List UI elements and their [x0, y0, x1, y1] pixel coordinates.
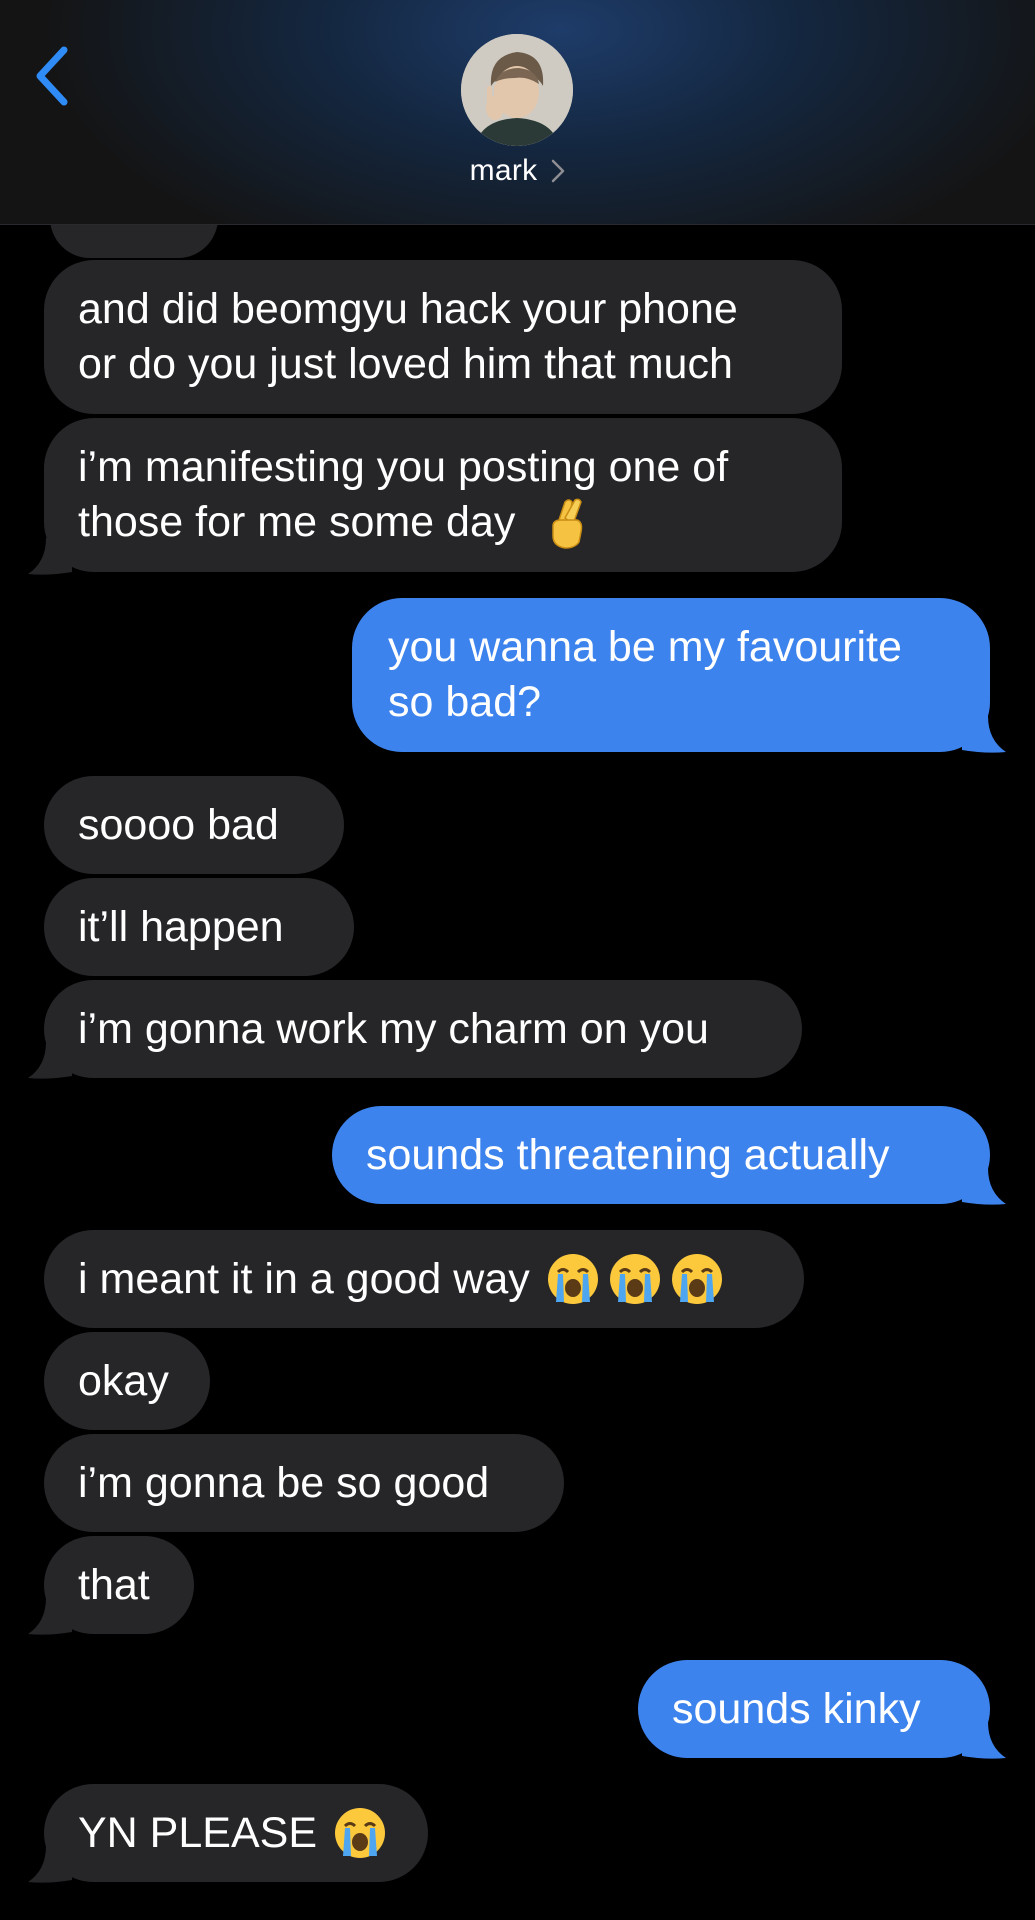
- loudly-crying-face-emoji: [671, 1254, 722, 1304]
- received-message[interactable]: i’m manifesting you posting one of those…: [44, 418, 842, 572]
- received-message[interactable]: it’ll happen: [44, 878, 354, 976]
- message-line: i’m manifesting you posting one of: [78, 442, 729, 491]
- loudly-crying-face-emoji: [609, 1254, 660, 1304]
- received-message[interactable]: i’m gonna be so good: [44, 1434, 564, 1532]
- received-message[interactable]: and did beomgyu hack your phone or do yo…: [44, 260, 842, 414]
- sent-message[interactable]: sounds threatening actually: [332, 1106, 990, 1204]
- sent-message[interactable]: sounds kinky: [638, 1660, 990, 1758]
- back-button[interactable]: [22, 36, 82, 116]
- message-line: soooo bad: [78, 800, 279, 849]
- message-line: that: [78, 1560, 150, 1609]
- received-message[interactable]: i meant it in a good way: [44, 1230, 804, 1328]
- received-message[interactable]: that: [44, 1536, 194, 1634]
- message-line-with-emoji: those for me some day: [78, 495, 808, 551]
- message-line: i meant it in a good way: [78, 1254, 530, 1303]
- loudly-crying-face-emoji: [335, 1808, 385, 1858]
- contact-name-button[interactable]: mark: [0, 154, 1035, 188]
- conversation-header: mark: [0, 0, 1035, 225]
- message-line: or do you just loved him that much: [78, 340, 733, 388]
- message-line: YN PLEASE: [78, 1808, 317, 1857]
- contact-avatar[interactable]: [461, 34, 573, 146]
- crying-emojis: [546, 1252, 724, 1306]
- message-line: okay: [78, 1356, 169, 1405]
- message-line: sounds threatening actually: [366, 1130, 890, 1179]
- message-line: sounds kinky: [672, 1684, 921, 1733]
- chevron-left-icon: [36, 46, 68, 106]
- received-message[interactable]: YN PLEASE: [44, 1784, 428, 1882]
- contact-name: mark: [469, 154, 538, 187]
- message-line: it’ll happen: [78, 902, 284, 951]
- crossed-fingers-emoji: [552, 498, 583, 550]
- received-message[interactable]: i’m gonna work my charm on you: [44, 980, 802, 1078]
- message-line: you wanna be my favourite: [388, 623, 902, 671]
- message-line: so bad?: [388, 678, 542, 726]
- sent-message[interactable]: you wanna be my favourite so bad?: [352, 598, 990, 752]
- chevron-right-icon: [551, 159, 565, 183]
- message-line: i’m gonna be so good: [78, 1458, 490, 1507]
- received-message[interactable]: soooo bad: [44, 776, 344, 874]
- loudly-crying-face-emoji: [547, 1254, 598, 1304]
- message-line: i’m gonna work my charm on you: [78, 1004, 709, 1053]
- message-line: and did beomgyu hack your phone: [78, 285, 738, 333]
- received-message[interactable]: okay: [44, 1332, 210, 1430]
- avatar-photo: [461, 34, 573, 146]
- message-line: those for me some day: [78, 497, 516, 546]
